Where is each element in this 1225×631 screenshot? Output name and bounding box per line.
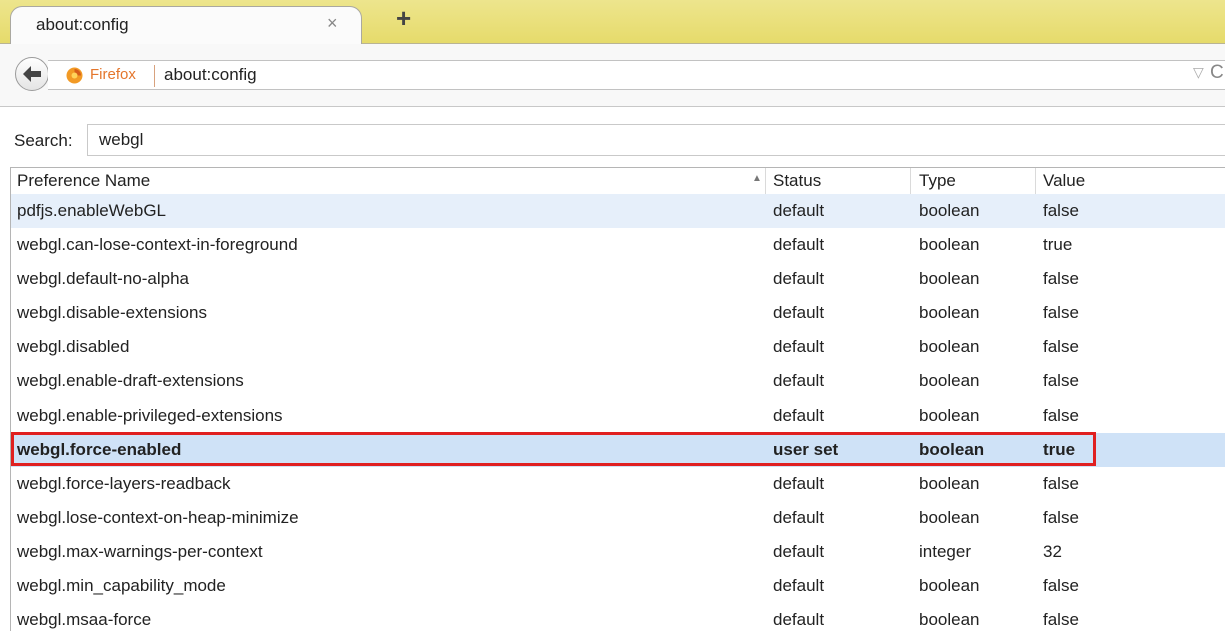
close-icon[interactable]: × bbox=[327, 13, 338, 34]
pref-type: boolean bbox=[919, 576, 980, 596]
table-row[interactable]: webgl.max-warnings-per-context default i… bbox=[11, 535, 1225, 569]
history-dropmarker-icon[interactable]: ▽ bbox=[1193, 64, 1204, 81]
pref-type: boolean bbox=[919, 507, 980, 527]
highlight-annotation-box bbox=[11, 432, 1096, 466]
tab-title: about:config bbox=[36, 15, 129, 34]
tab-about-config[interactable]: about:config × bbox=[10, 6, 362, 44]
pref-name: webgl.enable-draft-extensions bbox=[17, 371, 244, 391]
pref-value: false bbox=[1043, 405, 1079, 425]
pref-value: true bbox=[1043, 235, 1073, 255]
search-label: Search: bbox=[14, 131, 73, 150]
pref-type: integer bbox=[919, 541, 971, 561]
pref-name: webgl.min_capability_mode bbox=[17, 576, 226, 596]
search-value: webgl bbox=[99, 130, 144, 149]
pref-name: webgl.enable-privileged-extensions bbox=[17, 405, 283, 425]
pref-name: pdfjs.enableWebGL bbox=[17, 201, 167, 220]
pref-name: webgl.msaa-force bbox=[17, 610, 152, 630]
table-row[interactable]: webgl.disabled default boolean false bbox=[11, 330, 1225, 364]
pref-status: default bbox=[773, 269, 825, 289]
pref-status: default bbox=[773, 303, 825, 323]
url-bar[interactable]: Firefox about:config ▽ C bbox=[48, 60, 1225, 90]
header-value[interactable]: Value bbox=[1043, 171, 1085, 193]
table-row[interactable]: webgl.msaa-force default boolean false bbox=[11, 603, 1225, 631]
column-divider[interactable] bbox=[765, 168, 766, 194]
pref-status: default bbox=[773, 576, 825, 596]
pref-status: default bbox=[773, 201, 825, 220]
pref-type: boolean bbox=[919, 337, 980, 357]
pref-type: boolean bbox=[919, 235, 980, 255]
table-row[interactable]: webgl.enable-privileged-extensions defau… bbox=[11, 399, 1225, 433]
pref-status: default bbox=[773, 610, 825, 630]
back-button[interactable] bbox=[15, 57, 49, 91]
table-header: Preference Name ▲ Status Type Value bbox=[11, 168, 1225, 195]
pref-status: default bbox=[773, 405, 825, 425]
pref-value: false bbox=[1043, 576, 1079, 596]
header-preference-name[interactable]: Preference Name bbox=[17, 171, 150, 193]
pref-name: webgl.disabled bbox=[17, 337, 130, 357]
tab-strip: about:config × + bbox=[0, 0, 1225, 44]
pref-status: default bbox=[773, 371, 825, 391]
header-status[interactable]: Status bbox=[773, 171, 821, 193]
url-separator bbox=[154, 65, 155, 87]
pref-type: boolean bbox=[919, 269, 980, 289]
search-input[interactable]: webgl bbox=[87, 124, 1225, 156]
pref-type: boolean bbox=[919, 610, 980, 630]
back-arrow-icon bbox=[23, 66, 41, 82]
pref-name: webgl.can-lose-context-in-foreground bbox=[17, 235, 298, 255]
table-row[interactable]: webgl.min_capability_mode default boolea… bbox=[11, 569, 1225, 603]
header-type[interactable]: Type bbox=[919, 171, 956, 193]
pref-type: boolean bbox=[919, 473, 980, 493]
table-row[interactable]: webgl.disable-extensions default boolean… bbox=[11, 296, 1225, 330]
table-row[interactable]: webgl.force-layers-readback default bool… bbox=[11, 467, 1225, 501]
url-text[interactable]: about:config bbox=[164, 65, 257, 85]
pref-value: false bbox=[1043, 507, 1079, 527]
table-row[interactable]: webgl.default-no-alpha default boolean f… bbox=[11, 262, 1225, 296]
identity-label[interactable]: Firefox bbox=[90, 66, 136, 83]
pref-type: boolean bbox=[919, 405, 980, 425]
firefox-icon bbox=[66, 67, 83, 84]
reload-icon[interactable]: C bbox=[1210, 62, 1224, 84]
pref-value: false bbox=[1043, 371, 1079, 391]
pref-status: default bbox=[773, 541, 825, 561]
table-row[interactable]: webgl.can-lose-context-in-foreground def… bbox=[11, 228, 1225, 262]
pref-value: false bbox=[1043, 269, 1079, 289]
table-row[interactable]: pdfjs.enableWebGL default boolean false bbox=[11, 194, 1225, 229]
nav-bar: Firefox about:config ▽ C bbox=[0, 44, 1225, 107]
table-row[interactable]: webgl.enable-draft-extensions default bo… bbox=[11, 364, 1225, 398]
table-row[interactable]: webgl.lose-context-on-heap-minimize defa… bbox=[11, 501, 1225, 535]
pref-value: false bbox=[1043, 473, 1079, 493]
pref-name: webgl.lose-context-on-heap-minimize bbox=[17, 507, 299, 527]
pref-value: false bbox=[1043, 337, 1079, 357]
pref-status: default bbox=[773, 507, 825, 527]
pref-type: boolean bbox=[919, 201, 980, 220]
new-tab-button[interactable]: + bbox=[396, 3, 411, 34]
column-divider[interactable] bbox=[1035, 168, 1036, 194]
pref-value: false bbox=[1043, 201, 1079, 220]
pref-type: boolean bbox=[919, 371, 980, 391]
pref-value: false bbox=[1043, 303, 1079, 323]
sort-ascending-icon: ▲ bbox=[752, 173, 762, 184]
pref-status: default bbox=[773, 473, 825, 493]
pref-type: boolean bbox=[919, 303, 980, 323]
pref-name: webgl.force-layers-readback bbox=[17, 473, 231, 493]
pref-value: 32 bbox=[1043, 541, 1062, 561]
pref-status: default bbox=[773, 337, 825, 357]
pref-name: webgl.disable-extensions bbox=[17, 303, 207, 323]
pref-name: webgl.max-warnings-per-context bbox=[17, 541, 263, 561]
column-divider[interactable] bbox=[910, 168, 911, 194]
preferences-table: Preference Name ▲ Status Type Value pdfj… bbox=[10, 167, 1225, 631]
pref-value: false bbox=[1043, 610, 1079, 630]
pref-status: default bbox=[773, 235, 825, 255]
pref-name: webgl.default-no-alpha bbox=[17, 269, 190, 289]
table-body: pdfjs.enableWebGL default boolean false … bbox=[11, 194, 1225, 631]
